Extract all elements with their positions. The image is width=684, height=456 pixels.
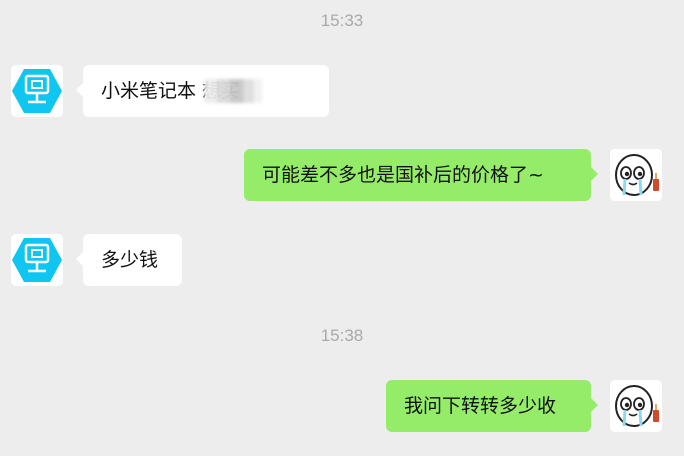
cartoon-face-avatar — [610, 380, 662, 432]
message-bubble-incoming[interactable]: 小米笔记本 想买 — [76, 65, 329, 117]
user-avatar[interactable] — [610, 149, 662, 201]
contact-avatar[interactable] — [11, 65, 63, 117]
message-bubble-incoming[interactable]: 多少钱 — [76, 234, 182, 286]
monitor-hexagon-icon — [12, 238, 62, 282]
message-text: 可能差不多也是国补后的价格了~ — [262, 164, 544, 186]
message-text: 我问下转转多少收 — [404, 395, 557, 417]
message-bubble-outgoing[interactable]: 我问下转转多少收 — [386, 380, 598, 432]
cartoon-face-avatar — [610, 149, 662, 201]
monitor-hexagon-icon — [12, 69, 62, 113]
pixelated-redaction — [204, 79, 262, 103]
message-bubble-outgoing[interactable]: 可能差不多也是国补后的价格了~ — [244, 149, 598, 201]
chat-window: 15:33 小米笔记本 想买 可能差不多也是国补后的价格了~ 多少钱 15:38… — [0, 0, 684, 456]
contact-avatar[interactable] — [11, 234, 63, 286]
timestamp: 15:38 — [320, 326, 364, 345]
timestamp: 15:33 — [320, 11, 364, 30]
message-text: 多少钱 — [101, 249, 159, 271]
user-avatar[interactable] — [610, 380, 662, 432]
